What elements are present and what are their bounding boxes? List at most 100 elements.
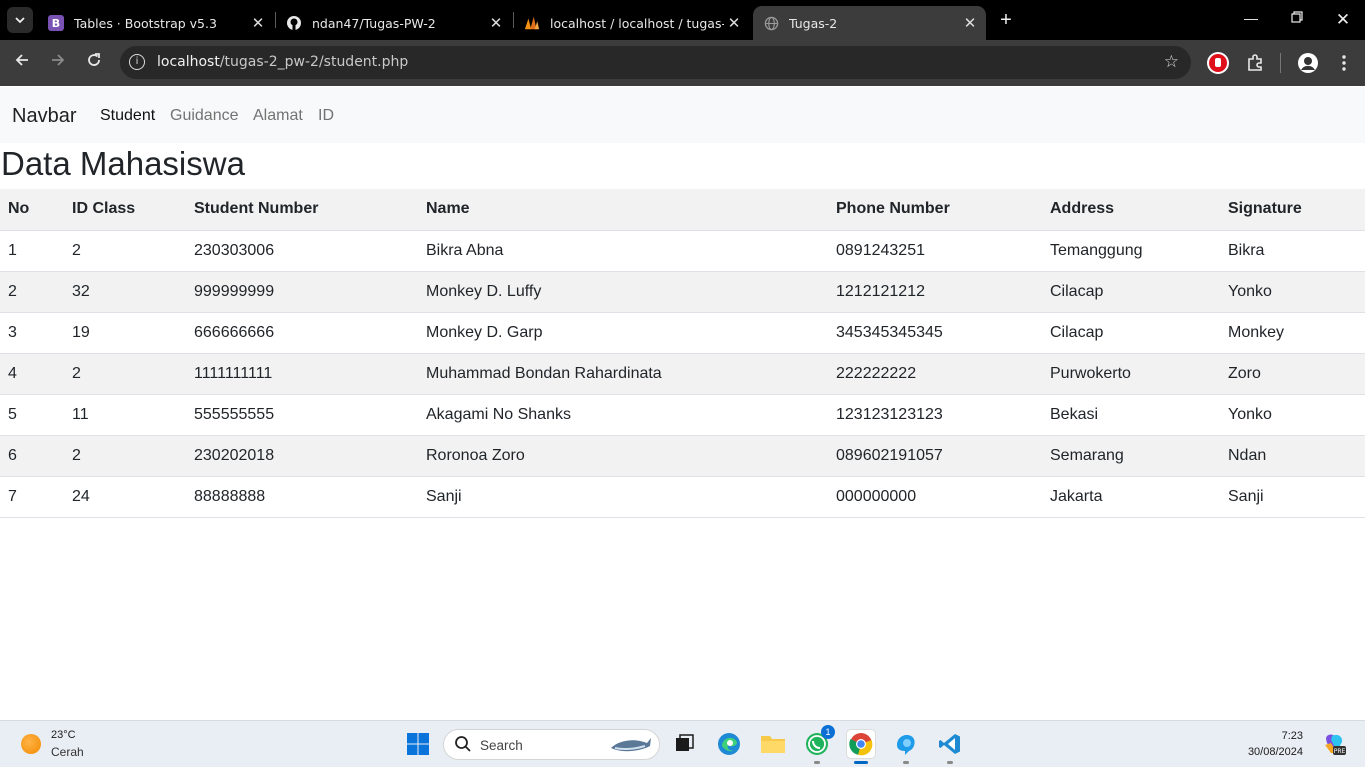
ublock-extension-icon[interactable] — [1206, 51, 1230, 75]
github-icon — [286, 15, 302, 31]
table-cell: Ndan — [1220, 435, 1365, 477]
browser-tab-strip: B Tables · Bootstrap v5.3 ✕ ndan47/Tugas… — [0, 0, 1365, 40]
back-arrow-icon[interactable] — [11, 52, 33, 73]
task-view-icon[interactable] — [670, 730, 698, 758]
forward-arrow-icon[interactable] — [47, 52, 69, 73]
bootstrap-icon: B — [48, 15, 64, 31]
close-window-icon[interactable]: ✕ — [1333, 10, 1353, 30]
site-navbar: Navbar Student Guidance Alamat ID — [0, 87, 1365, 143]
tab-tugas-2[interactable]: Tugas-2 ✕ — [753, 6, 986, 40]
phpmyadmin-icon — [524, 15, 540, 31]
close-tab-icon[interactable]: ✕ — [724, 14, 744, 32]
student-table: No ID Class Student Number Name Phone Nu… — [0, 189, 1365, 518]
bookmark-star-icon[interactable]: ☆ — [1164, 52, 1179, 72]
table-row: 4 2 1111111111 Muhammad Bondan Rahardinata 2… — [0, 353, 1365, 395]
url-text: localhost/tugas-2_pw-2/student.php — [157, 54, 409, 70]
table-cell: Cilacap — [1042, 312, 1220, 354]
table-cell: Cilacap — [1042, 271, 1220, 313]
column-header: Student Number — [186, 189, 418, 231]
tab-search-button[interactable] — [7, 7, 33, 33]
running-indicator — [903, 761, 909, 764]
table-cell: 3 — [0, 312, 64, 354]
table-cell: Akagami No Shanks — [418, 394, 828, 436]
restore-icon[interactable] — [1287, 10, 1307, 26]
tab-github[interactable]: ndan47/Tugas-PW-2 ✕ — [276, 6, 512, 40]
table-cell: 2 — [64, 435, 186, 477]
table-cell: Monkey — [1220, 312, 1365, 354]
sun-weather-icon[interactable] — [21, 734, 41, 754]
table-cell: 7 — [0, 476, 64, 518]
column-header: Address — [1042, 189, 1220, 231]
taskbar-search-box[interactable]: Search — [443, 729, 660, 760]
table-cell: 1 — [0, 230, 64, 272]
navbar-brand[interactable]: Navbar — [12, 105, 76, 128]
whatsapp-icon[interactable]: 1 — [803, 725, 835, 764]
table-row: 7 24 88888888 Sanji 000000000 Jakarta Sanji — [0, 476, 1365, 518]
table-cell: Semarang — [1042, 435, 1220, 477]
nav-link-student[interactable]: Student — [100, 107, 155, 125]
table-cell: Sanji — [1220, 476, 1365, 518]
running-indicator — [947, 761, 953, 764]
table-cell: Monkey D. Garp — [418, 312, 828, 354]
table-cell: 555555555 — [186, 394, 418, 436]
profile-avatar-icon[interactable] — [1296, 51, 1320, 75]
table-cell: Yonko — [1220, 394, 1365, 436]
file-explorer-icon[interactable] — [759, 730, 787, 758]
address-bar[interactable]: i localhost/tugas-2_pw-2/student.php ☆ — [120, 46, 1191, 79]
minimize-icon[interactable]: — — [1241, 10, 1261, 26]
tab-bootstrap[interactable]: B Tables · Bootstrap v5.3 ✕ — [38, 6, 274, 40]
running-indicator — [814, 761, 820, 764]
clock-time[interactable]: 7:23 — [1282, 730, 1303, 742]
table-row: 1 2 230303006 Bikra Abna 0891243251 Temanggun… — [0, 230, 1365, 272]
table-cell: Bikra — [1220, 230, 1365, 272]
table-cell: 230303006 — [186, 230, 418, 272]
weather-temperature[interactable]: 23°C — [51, 729, 76, 741]
table-cell: 230202018 — [186, 435, 418, 477]
close-tab-icon[interactable]: ✕ — [486, 14, 506, 32]
table-cell: 0891243251 — [828, 230, 1042, 272]
nav-link-guidance[interactable]: Guidance — [170, 107, 239, 125]
site-info-icon[interactable]: i — [129, 54, 145, 70]
table-row: 3 19 666666666 Monkey D. Garp 345345345345 Ci… — [0, 312, 1365, 354]
copilot-pre-icon[interactable]: PRE — [1320, 730, 1348, 758]
new-tab-plus-icon[interactable]: + — [995, 9, 1017, 32]
whale-search-highlight-icon — [611, 738, 651, 752]
weather-description[interactable]: Cerah — [51, 745, 84, 759]
nav-link-id[interactable]: ID — [318, 107, 334, 125]
windows-start-icon[interactable] — [404, 730, 432, 758]
tab-phpmyadmin[interactable]: localhost / localhost / tugas-2 / ✕ — [514, 6, 750, 40]
running-indicator — [854, 761, 868, 764]
table-cell: 5 — [0, 394, 64, 436]
copilot-app-icon[interactable] — [892, 730, 920, 764]
table-cell: 000000000 — [828, 476, 1042, 518]
table-cell: Jakarta — [1042, 476, 1220, 518]
table-row: 2 32 999999999 Monkey D. Luffy 1212121212 Cil… — [0, 271, 1365, 313]
clock-date[interactable]: 30/08/2024 — [1248, 746, 1303, 758]
table-cell: 6 — [0, 435, 64, 477]
windows-taskbar: 23°C Cerah Search 1 7:23 30/08/2024 PRE — [0, 720, 1365, 767]
table-cell: Muhammad Bondan Rahardinata — [418, 353, 828, 395]
nav-link-alamat[interactable]: Alamat — [253, 107, 303, 125]
close-tab-icon[interactable]: ✕ — [248, 14, 268, 32]
globe-icon — [763, 15, 779, 31]
table-cell: 24 — [64, 476, 186, 518]
column-header: Phone Number — [828, 189, 1042, 231]
svg-text:PRE: PRE — [1334, 748, 1346, 755]
reload-icon[interactable] — [83, 52, 105, 73]
close-tab-icon[interactable]: ✕ — [960, 14, 980, 32]
table-cell: 19 — [64, 312, 186, 354]
table-cell: 88888888 — [186, 476, 418, 518]
table-cell: Bikra Abna — [418, 230, 828, 272]
table-cell: 123123123123 — [828, 394, 1042, 436]
table-cell: Monkey D. Luffy — [418, 271, 828, 313]
chrome-browser-icon[interactable] — [847, 730, 875, 764]
vscode-icon[interactable] — [936, 730, 964, 764]
notification-badge: 1 — [821, 725, 835, 739]
table-cell: 222222222 — [828, 353, 1042, 395]
extensions-puzzle-icon[interactable] — [1243, 51, 1267, 75]
table-cell: 2 — [64, 353, 186, 395]
edge-browser-icon[interactable] — [715, 730, 743, 758]
table-cell: 1212121212 — [828, 271, 1042, 313]
table-cell: 2 — [64, 230, 186, 272]
menu-kebab-icon[interactable] — [1332, 51, 1356, 75]
